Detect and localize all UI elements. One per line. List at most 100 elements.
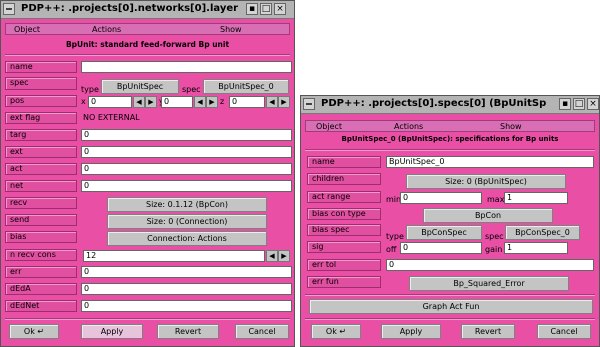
min-label: min	[386, 195, 402, 204]
menu-show[interactable]: Show	[500, 121, 522, 132]
bias-spec-button[interactable]: BpConSpec_0	[505, 225, 580, 240]
divider	[5, 54, 290, 56]
menu-actions[interactable]: Actions	[92, 24, 121, 35]
menu-actions[interactable]: Actions	[394, 121, 423, 132]
bias-con-type-button[interactable]: BpCon	[423, 208, 553, 223]
spec-label: spec	[485, 232, 504, 241]
apply-button[interactable]: Apply	[81, 324, 143, 339]
divider	[305, 294, 595, 296]
sig-gain-field[interactable]: 1	[504, 242, 568, 254]
pos-z-increment-icon[interactable]: ▶	[278, 96, 290, 108]
menubar: Object Actions Show	[305, 120, 595, 132]
label-err: err	[5, 266, 77, 278]
cancel-button[interactable]: Cancel	[537, 324, 591, 339]
ok-button[interactable]: Ok ↵	[9, 324, 59, 339]
ext-field[interactable]: 0	[81, 146, 292, 158]
act-field[interactable]: 0	[81, 163, 292, 175]
err-field[interactable]: 0	[81, 266, 292, 278]
label-pos: pos	[5, 95, 77, 107]
pos-z-field[interactable]: 0	[229, 96, 265, 108]
revert-button[interactable]: Revert	[461, 324, 515, 339]
recv-connections-button[interactable]: Size: 0.1.12 (BpCon)	[107, 197, 267, 212]
window-title: PDP++: .projects[0].specs[0] (BpUnitSp	[321, 98, 547, 109]
err-tol-field[interactable]: 0	[386, 259, 594, 271]
apply-button[interactable]: Apply	[381, 324, 441, 339]
spec-label: spec	[182, 85, 201, 94]
maximize-icon[interactable]: □	[573, 98, 585, 110]
ok-button[interactable]: Ok ↵	[311, 324, 361, 339]
graph-act-fun-button[interactable]: Graph Act Fun	[309, 299, 593, 314]
label-err-tol: err tol	[307, 259, 381, 271]
n-recv-cons-increment-icon[interactable]: ▶	[278, 250, 290, 262]
sig-off-field[interactable]: 0	[400, 242, 482, 254]
label-ext: ext	[5, 146, 77, 158]
pos-y-field[interactable]: 0	[161, 96, 193, 108]
label-recv: recv	[5, 197, 77, 209]
err-fun-button[interactable]: Bp_Squared_Error	[409, 276, 569, 291]
children-button[interactable]: Size: 0 (BpUnitSpec)	[406, 174, 566, 189]
act-range-max-field[interactable]: 1	[504, 192, 568, 204]
pos-y-increment-icon[interactable]: ▶	[206, 96, 218, 108]
label-targ: targ	[5, 129, 77, 141]
dEdA-field[interactable]: 0	[81, 283, 292, 295]
label-net: net	[5, 180, 77, 192]
pos-y-decrement-icon[interactable]: ◀	[194, 96, 206, 108]
off-label: off	[386, 245, 397, 254]
bias-spec-type-button[interactable]: BpConSpec	[406, 225, 482, 240]
label-bias: bias	[5, 231, 77, 243]
cancel-button[interactable]: Cancel	[235, 324, 289, 339]
unit-edit-window: PDP++: .projects[0].networks[0].layer ▪ …	[0, 0, 295, 347]
unit-spec-type-button[interactable]: BpUnitSpec	[101, 79, 179, 94]
net-field[interactable]: 0	[81, 180, 292, 192]
pos-z-label: z	[220, 97, 225, 106]
revert-button[interactable]: Revert	[157, 324, 219, 339]
n-recv-cons-field[interactable]: 12	[83, 250, 265, 262]
type-label: type	[81, 85, 99, 94]
spec-edit-window: PDP++: .projects[0].specs[0] (BpUnitSp ▪…	[300, 95, 600, 347]
divider	[305, 318, 595, 320]
label-sig: sig	[307, 241, 381, 253]
minimize-icon[interactable]: ▪	[246, 3, 258, 15]
pos-x-label: x	[81, 97, 86, 106]
window-title: PDP++: .projects[0].networks[0].layer	[21, 3, 239, 14]
ext-flag-value[interactable]: NO EXTERNAL	[83, 113, 140, 123]
label-name: name	[307, 156, 381, 168]
close-icon[interactable]: ×	[274, 3, 286, 15]
label-act-range: act range	[307, 191, 381, 203]
n-recv-cons-decrement-icon[interactable]: ◀	[266, 250, 278, 262]
label-children: children	[307, 173, 381, 185]
type-label: type	[386, 232, 404, 241]
window-menu-icon[interactable]	[303, 98, 315, 110]
send-connections-button[interactable]: Size: 0 (Connection)	[107, 214, 267, 229]
titlebar[interactable]: PDP++: .projects[0].specs[0] (BpUnitSp ▪…	[301, 96, 599, 114]
maximize-icon[interactable]: □	[260, 3, 272, 15]
label-dEdNet: dEdNet	[5, 300, 77, 312]
menu-object[interactable]: Object	[14, 24, 40, 35]
act-range-min-field[interactable]: 0	[400, 192, 482, 204]
menu-object[interactable]: Object	[316, 121, 342, 132]
minimize-icon[interactable]: ▪	[559, 98, 571, 110]
object-header: BpUnit: standard feed-forward Bp unit	[65, 40, 230, 49]
pos-x-field[interactable]: 0	[88, 96, 132, 108]
targ-field[interactable]: 0	[81, 129, 292, 141]
label-err-fun: err fun	[307, 276, 381, 288]
divider	[305, 149, 595, 151]
titlebar[interactable]: PDP++: .projects[0].networks[0].layer ▪ …	[1, 1, 294, 19]
pos-x-decrement-icon[interactable]: ◀	[133, 96, 145, 108]
pos-z-decrement-icon[interactable]: ◀	[266, 96, 278, 108]
divider	[5, 318, 290, 320]
name-field[interactable]: BpUnitSpec_0	[386, 156, 594, 168]
object-header: BpUnitSpec_0 (BpUnitSpec): specification…	[341, 135, 559, 143]
name-field[interactable]	[81, 61, 292, 73]
menu-show[interactable]: Show	[220, 24, 242, 35]
unit-spec-button[interactable]: BpUnitSpec_0	[203, 79, 289, 94]
label-dEdA: dEdA	[5, 283, 77, 295]
label-name: name	[5, 61, 77, 73]
label-spec: spec	[5, 77, 77, 90]
pos-x-increment-icon[interactable]: ▶	[145, 96, 157, 108]
label-n-recv-cons: n recv cons	[5, 249, 77, 261]
dEdNet-field[interactable]: 0	[81, 300, 292, 312]
close-icon[interactable]: ×	[587, 98, 599, 110]
bias-connection-button[interactable]: Connection: Actions	[107, 231, 267, 246]
window-menu-icon[interactable]	[3, 3, 15, 15]
